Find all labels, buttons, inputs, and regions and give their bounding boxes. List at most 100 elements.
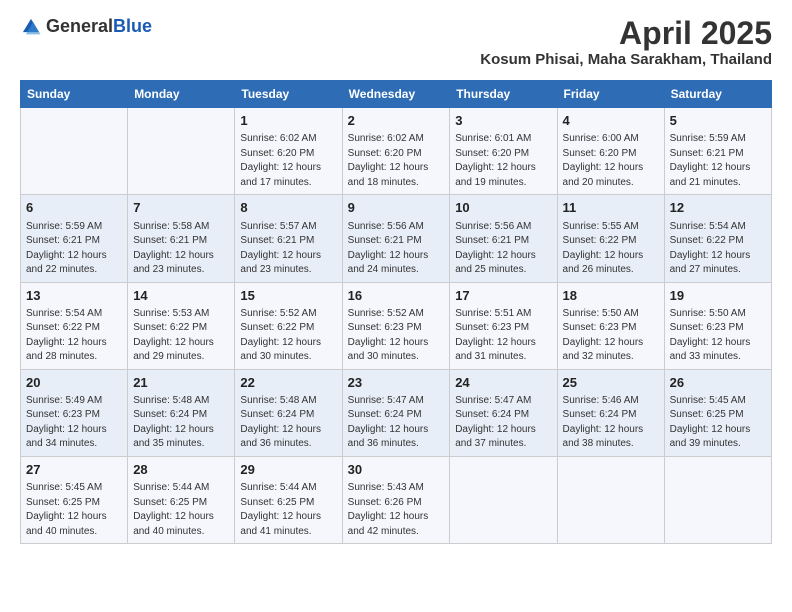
title-section: April 2025 Kosum Phisai, Maha Sarakham, … — [480, 16, 772, 68]
calendar-cell: 27 Sunrise: 5:45 AM Sunset: 6:25 PM Dayli… — [21, 456, 128, 543]
calendar-cell: 2 Sunrise: 6:02 AM Sunset: 6:20 PM Daylig… — [342, 108, 450, 195]
calendar-cell: 26 Sunrise: 5:45 AM Sunset: 6:25 PM Dayli… — [664, 369, 771, 456]
cell-info: Sunrise: 5:54 AM Sunset: 6:22 PM Dayligh… — [670, 220, 766, 278]
day-number: 21 — [133, 374, 229, 392]
calendar-cell: 3 Sunrise: 6:01 AM Sunset: 6:20 PM Daylig… — [450, 108, 557, 195]
calendar-cell: 21 Sunrise: 5:48 AM Sunset: 6:24 PM Dayli… — [128, 369, 235, 456]
cell-info: Sunrise: 5:45 AM Sunset: 6:25 PM Dayligh… — [26, 481, 122, 539]
day-number: 12 — [670, 199, 766, 217]
day-number: 30 — [348, 461, 445, 479]
page-header: GeneralBlue April 2025 Kosum Phisai, Mah… — [20, 16, 772, 68]
cell-info: Sunrise: 5:52 AM Sunset: 6:23 PM Dayligh… — [348, 307, 445, 365]
cell-info: Sunrise: 5:46 AM Sunset: 6:24 PM Dayligh… — [563, 394, 659, 452]
calendar-cell: 9 Sunrise: 5:56 AM Sunset: 6:21 PM Daylig… — [342, 195, 450, 282]
cell-info: Sunrise: 6:02 AM Sunset: 6:20 PM Dayligh… — [240, 132, 336, 190]
calendar-cell: 11 Sunrise: 5:55 AM Sunset: 6:22 PM Dayli… — [557, 195, 664, 282]
calendar-cell — [450, 456, 557, 543]
cell-info: Sunrise: 6:00 AM Sunset: 6:20 PM Dayligh… — [563, 132, 659, 190]
day-number: 17 — [455, 287, 551, 305]
day-number: 22 — [240, 374, 336, 392]
calendar-cell — [128, 108, 235, 195]
weekday-header-row: SundayMondayTuesdayWednesdayThursdayFrid… — [21, 81, 772, 108]
calendar-cell — [21, 108, 128, 195]
weekday-wednesday: Wednesday — [342, 81, 450, 108]
cell-info: Sunrise: 5:45 AM Sunset: 6:25 PM Dayligh… — [670, 394, 766, 452]
cell-info: Sunrise: 6:02 AM Sunset: 6:20 PM Dayligh… — [348, 132, 445, 190]
cell-info: Sunrise: 5:51 AM Sunset: 6:23 PM Dayligh… — [455, 307, 551, 365]
day-number: 2 — [348, 112, 445, 130]
day-number: 25 — [563, 374, 659, 392]
logo-blue: Blue — [113, 16, 152, 36]
weekday-thursday: Thursday — [450, 81, 557, 108]
weekday-monday: Monday — [128, 81, 235, 108]
calendar-table: SundayMondayTuesdayWednesdayThursdayFrid… — [20, 80, 772, 544]
cell-info: Sunrise: 5:56 AM Sunset: 6:21 PM Dayligh… — [455, 220, 551, 278]
cell-info: Sunrise: 5:48 AM Sunset: 6:24 PM Dayligh… — [133, 394, 229, 452]
calendar-week-0: 1Sunrise: 6:02 AM Sunset: 6:20 PM Daylig… — [21, 108, 772, 195]
day-number: 18 — [563, 287, 659, 305]
cell-info: Sunrise: 6:01 AM Sunset: 6:20 PM Dayligh… — [455, 132, 551, 190]
day-number: 26 — [670, 374, 766, 392]
calendar-cell: 22 Sunrise: 5:48 AM Sunset: 6:24 PM Dayli… — [235, 369, 342, 456]
cell-info: Sunrise: 5:44 AM Sunset: 6:25 PM Dayligh… — [133, 481, 229, 539]
logo-general: General — [46, 16, 113, 36]
calendar-cell: 13 Sunrise: 5:54 AM Sunset: 6:22 PM Dayli… — [21, 282, 128, 369]
cell-info: Sunrise: 5:53 AM Sunset: 6:22 PM Dayligh… — [133, 307, 229, 365]
cell-info: Sunrise: 5:50 AM Sunset: 6:23 PM Dayligh… — [670, 307, 766, 365]
day-number: 11 — [563, 199, 659, 217]
day-number: 10 — [455, 199, 551, 217]
month-title: April 2025 — [480, 16, 772, 51]
weekday-tuesday: Tuesday — [235, 81, 342, 108]
location-title: Kosum Phisai, Maha Sarakham, Thailand — [480, 51, 772, 68]
weekday-saturday: Saturday — [664, 81, 771, 108]
calendar-cell: 30 Sunrise: 5:43 AM Sunset: 6:26 PM Dayli… — [342, 456, 450, 543]
calendar-cell: 29 Sunrise: 5:44 AM Sunset: 6:25 PM Dayli… — [235, 456, 342, 543]
logo: GeneralBlue — [20, 16, 152, 38]
calendar-cell: 19 Sunrise: 5:50 AM Sunset: 6:23 PM Dayli… — [664, 282, 771, 369]
cell-info: Sunrise: 5:54 AM Sunset: 6:22 PM Dayligh… — [26, 307, 122, 365]
day-number: 8 — [240, 199, 336, 217]
logo-icon — [20, 16, 42, 38]
cell-info: Sunrise: 5:55 AM Sunset: 6:22 PM Dayligh… — [563, 220, 659, 278]
calendar-cell: 14 Sunrise: 5:53 AM Sunset: 6:22 PM Dayli… — [128, 282, 235, 369]
cell-info: Sunrise: 5:57 AM Sunset: 6:21 PM Dayligh… — [240, 220, 336, 278]
cell-info: Sunrise: 5:44 AM Sunset: 6:25 PM Dayligh… — [240, 481, 336, 539]
day-number: 15 — [240, 287, 336, 305]
calendar-cell: 7 Sunrise: 5:58 AM Sunset: 6:21 PM Daylig… — [128, 195, 235, 282]
day-number: 27 — [26, 461, 122, 479]
day-number: 9 — [348, 199, 445, 217]
calendar-cell: 10 Sunrise: 5:56 AM Sunset: 6:21 PM Dayli… — [450, 195, 557, 282]
calendar-cell: 4Sunrise: 6:00 AM Sunset: 6:20 PM Daylig… — [557, 108, 664, 195]
day-number: 29 — [240, 461, 336, 479]
day-number: 5 — [670, 112, 766, 130]
weekday-friday: Friday — [557, 81, 664, 108]
calendar-week-4: 27 Sunrise: 5:45 AM Sunset: 6:25 PM Dayli… — [21, 456, 772, 543]
calendar-cell: 5 Sunrise: 5:59 AM Sunset: 6:21 PM Daylig… — [664, 108, 771, 195]
cell-info: Sunrise: 5:49 AM Sunset: 6:23 PM Dayligh… — [26, 394, 122, 452]
calendar-cell: 16Sunrise: 5:52 AM Sunset: 6:23 PM Dayli… — [342, 282, 450, 369]
calendar-cell: 12 Sunrise: 5:54 AM Sunset: 6:22 PM Dayli… — [664, 195, 771, 282]
calendar-cell: 15Sunrise: 5:52 AM Sunset: 6:22 PM Dayli… — [235, 282, 342, 369]
day-number: 24 — [455, 374, 551, 392]
calendar-cell: 25 Sunrise: 5:46 AM Sunset: 6:24 PM Dayli… — [557, 369, 664, 456]
calendar-cell — [664, 456, 771, 543]
day-number: 3 — [455, 112, 551, 130]
day-number: 7 — [133, 199, 229, 217]
cell-info: Sunrise: 5:43 AM Sunset: 6:26 PM Dayligh… — [348, 481, 445, 539]
cell-info: Sunrise: 5:59 AM Sunset: 6:21 PM Dayligh… — [670, 132, 766, 190]
cell-info: Sunrise: 5:58 AM Sunset: 6:21 PM Dayligh… — [133, 220, 229, 278]
day-number: 19 — [670, 287, 766, 305]
logo-text: GeneralBlue — [46, 17, 152, 37]
cell-info: Sunrise: 5:47 AM Sunset: 6:24 PM Dayligh… — [455, 394, 551, 452]
day-number: 13 — [26, 287, 122, 305]
cell-info: Sunrise: 5:47 AM Sunset: 6:24 PM Dayligh… — [348, 394, 445, 452]
calendar-cell: 6Sunrise: 5:59 AM Sunset: 6:21 PM Daylig… — [21, 195, 128, 282]
day-number: 28 — [133, 461, 229, 479]
calendar-week-1: 6Sunrise: 5:59 AM Sunset: 6:21 PM Daylig… — [21, 195, 772, 282]
day-number: 20 — [26, 374, 122, 392]
cell-info: Sunrise: 5:56 AM Sunset: 6:21 PM Dayligh… — [348, 220, 445, 278]
cell-info: Sunrise: 5:48 AM Sunset: 6:24 PM Dayligh… — [240, 394, 336, 452]
calendar-cell: 8 Sunrise: 5:57 AM Sunset: 6:21 PM Daylig… — [235, 195, 342, 282]
weekday-sunday: Sunday — [21, 81, 128, 108]
day-number: 14 — [133, 287, 229, 305]
